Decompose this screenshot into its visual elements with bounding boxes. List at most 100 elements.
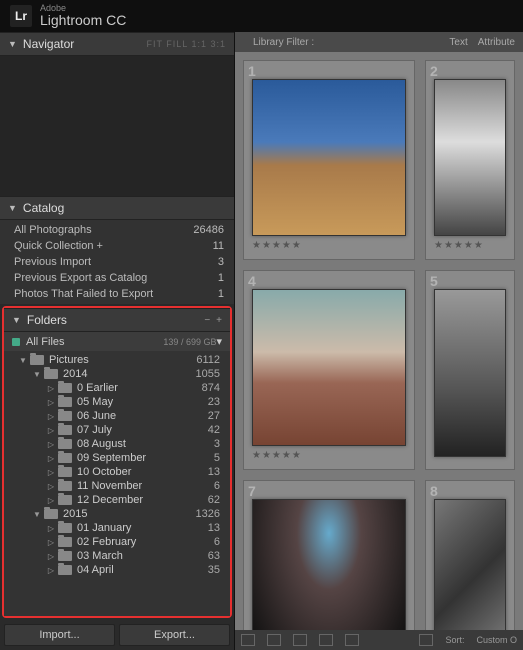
folder-count: 13 xyxy=(208,466,222,478)
disclosure-arrow-icon[interactable]: ▷ xyxy=(46,566,56,575)
folder-count: 6 xyxy=(214,480,222,492)
volume-menu-icon[interactable]: ▾ xyxy=(216,335,222,348)
disclosure-arrow-icon[interactable]: ▷ xyxy=(46,412,56,421)
catalog-item[interactable]: Previous Import 3 xyxy=(0,254,234,270)
loupe-view-icon[interactable] xyxy=(267,634,281,646)
thumbnail-image[interactable] xyxy=(252,79,406,236)
folder-tree: ▼Pictures6112▼20141055▷0 Earlier874▷05 M… xyxy=(4,351,230,579)
people-view-icon[interactable] xyxy=(345,634,359,646)
folder-row[interactable]: ▷06 June27 xyxy=(4,409,230,423)
navigator-preview[interactable] xyxy=(0,56,234,196)
thumbnail-image[interactable] xyxy=(434,499,506,630)
grid-cell[interactable]: 7 xyxy=(243,480,415,630)
catalog-item-count: 1 xyxy=(218,288,224,300)
thumbnail-image[interactable] xyxy=(434,79,506,236)
cell-index: 7 xyxy=(248,483,256,499)
survey-view-icon[interactable] xyxy=(319,634,333,646)
folders-plus-button[interactable]: + xyxy=(216,315,222,326)
folder-icon xyxy=(58,551,72,561)
rating-stars[interactable]: ★★★★★ xyxy=(434,240,506,251)
catalog-item[interactable]: Previous Export as Catalog1 xyxy=(0,270,234,286)
thumbnail-image[interactable] xyxy=(252,289,406,446)
grid-cell[interactable]: 1★★★★★ xyxy=(243,60,415,260)
folder-row[interactable]: ▷07 July42 xyxy=(4,423,230,437)
folder-row[interactable]: ▷08 August3 xyxy=(4,437,230,451)
folder-row[interactable]: ▷ 11 November6 xyxy=(4,479,230,493)
catalog-item[interactable]: Quick Collection +11 xyxy=(0,238,234,254)
catalog-item[interactable]: All Photographs26486 xyxy=(0,222,234,238)
folder-row[interactable]: ▷02 February6 xyxy=(4,535,230,549)
export-button[interactable]: Export... xyxy=(119,624,230,646)
filter-attribute[interactable]: Attribute xyxy=(478,37,515,48)
folder-label: 03 March xyxy=(77,550,208,562)
folder-count: 27 xyxy=(208,410,222,422)
disclosure-arrow-icon[interactable]: ▷ xyxy=(46,454,56,463)
folder-row[interactable]: ▷04 April35 xyxy=(4,563,230,577)
left-sidebar: ▼ Navigator FIT FILL 1:1 3:1 ▼ Catalog A… xyxy=(0,32,235,650)
folder-icon xyxy=(58,565,72,575)
disclosure-arrow-icon[interactable]: ▷ xyxy=(46,524,56,533)
painter-icon[interactable] xyxy=(419,634,433,646)
folder-row[interactable]: ▷01 January13 xyxy=(4,521,230,535)
catalog-item-label: Previous Import xyxy=(14,256,91,268)
folder-icon xyxy=(58,453,72,463)
thumbnail-grid[interactable]: 1★★★★★2★★★★★4★★★★★ 5 7 8 xyxy=(235,52,523,630)
folder-label: 05 May xyxy=(77,396,208,408)
folder-row[interactable]: ▼20141055 xyxy=(4,367,230,381)
disclosure-arrow-icon[interactable]: ▷ xyxy=(46,440,56,449)
navigator-header[interactable]: ▼ Navigator FIT FILL 1:1 3:1 xyxy=(0,32,234,56)
sort-value[interactable]: Custom O xyxy=(476,635,517,645)
folder-count: 13 xyxy=(208,522,222,534)
folders-minus-button[interactable]: − xyxy=(204,315,210,326)
rating-stars[interactable]: ★★★★★ xyxy=(252,240,406,251)
library-filter-bar[interactable]: Library Filter : Text Attribute xyxy=(235,32,523,52)
folder-row[interactable]: ▷0 Earlier874 xyxy=(4,381,230,395)
folders-panel-highlighted: ▼ Folders − + All Files 139 / 699 GB ▾ ▼… xyxy=(2,306,232,618)
disclosure-arrow-icon[interactable]: ▷ xyxy=(46,482,56,491)
folder-row[interactable]: ▼20151326 xyxy=(4,507,230,521)
folder-row[interactable]: ▷03 March63 xyxy=(4,549,230,563)
catalog-item-count: 26486 xyxy=(193,224,224,236)
cell-index: 5 xyxy=(430,273,438,289)
grid-cell[interactable]: 8 xyxy=(425,480,515,630)
disclosure-arrow-icon[interactable]: ▷ xyxy=(46,384,56,393)
filter-text[interactable]: Text xyxy=(449,37,467,48)
folder-row[interactable]: ▷ 10 October13 xyxy=(4,465,230,479)
folder-row[interactable]: ▷12 December62 xyxy=(4,493,230,507)
disclosure-arrow-icon[interactable]: ▼ xyxy=(32,370,42,379)
folder-label: 10 October xyxy=(77,466,208,478)
disclosure-arrow-icon[interactable]: ▼ xyxy=(18,356,28,365)
folder-icon xyxy=(58,383,72,393)
grid-cell[interactable]: 5 xyxy=(425,270,515,470)
folder-icon xyxy=(30,355,44,365)
disclosure-triangle-icon: ▼ xyxy=(12,315,21,325)
grid-cell[interactable]: 2★★★★★ xyxy=(425,60,515,260)
folder-row[interactable]: ▷09 September5 xyxy=(4,451,230,465)
disclosure-arrow-icon[interactable]: ▷ xyxy=(46,496,56,505)
disclosure-triangle-icon: ▼ xyxy=(8,39,17,49)
compare-view-icon[interactable] xyxy=(293,634,307,646)
grid-cell[interactable]: 4★★★★★ xyxy=(243,270,415,470)
folders-title: Folders xyxy=(27,313,67,327)
navigator-zoom-tools[interactable]: FIT FILL 1:1 3:1 xyxy=(146,39,226,49)
catalog-item-count: 11 xyxy=(213,240,224,252)
grid-view-icon[interactable] xyxy=(241,634,255,646)
rating-stars[interactable]: ★★★★★ xyxy=(252,450,406,461)
disclosure-arrow-icon[interactable]: ▷ xyxy=(46,426,56,435)
catalog-item-count: 3 xyxy=(218,256,224,268)
catalog-item[interactable]: Photos That Failed to Export1 xyxy=(0,286,234,302)
folder-row[interactable]: ▷05 May23 xyxy=(4,395,230,409)
folder-label: 11 November xyxy=(77,480,214,492)
disclosure-arrow-icon[interactable]: ▷ xyxy=(46,538,56,547)
disclosure-arrow-icon[interactable]: ▼ xyxy=(32,510,42,519)
thumbnail-image[interactable] xyxy=(434,289,506,457)
disclosure-arrow-icon[interactable]: ▷ xyxy=(46,552,56,561)
disclosure-arrow-icon[interactable]: ▷ xyxy=(46,398,56,407)
folder-row[interactable]: ▼Pictures6112 xyxy=(4,353,230,367)
disclosure-arrow-icon[interactable]: ▷ xyxy=(46,468,56,477)
volume-row[interactable]: All Files 139 / 699 GB ▾ xyxy=(4,332,230,351)
folders-header[interactable]: ▼ Folders − + xyxy=(4,308,230,332)
thumbnail-image[interactable] xyxy=(252,499,406,630)
import-button[interactable]: Import... xyxy=(4,624,115,646)
catalog-header[interactable]: ▼ Catalog xyxy=(0,196,234,220)
